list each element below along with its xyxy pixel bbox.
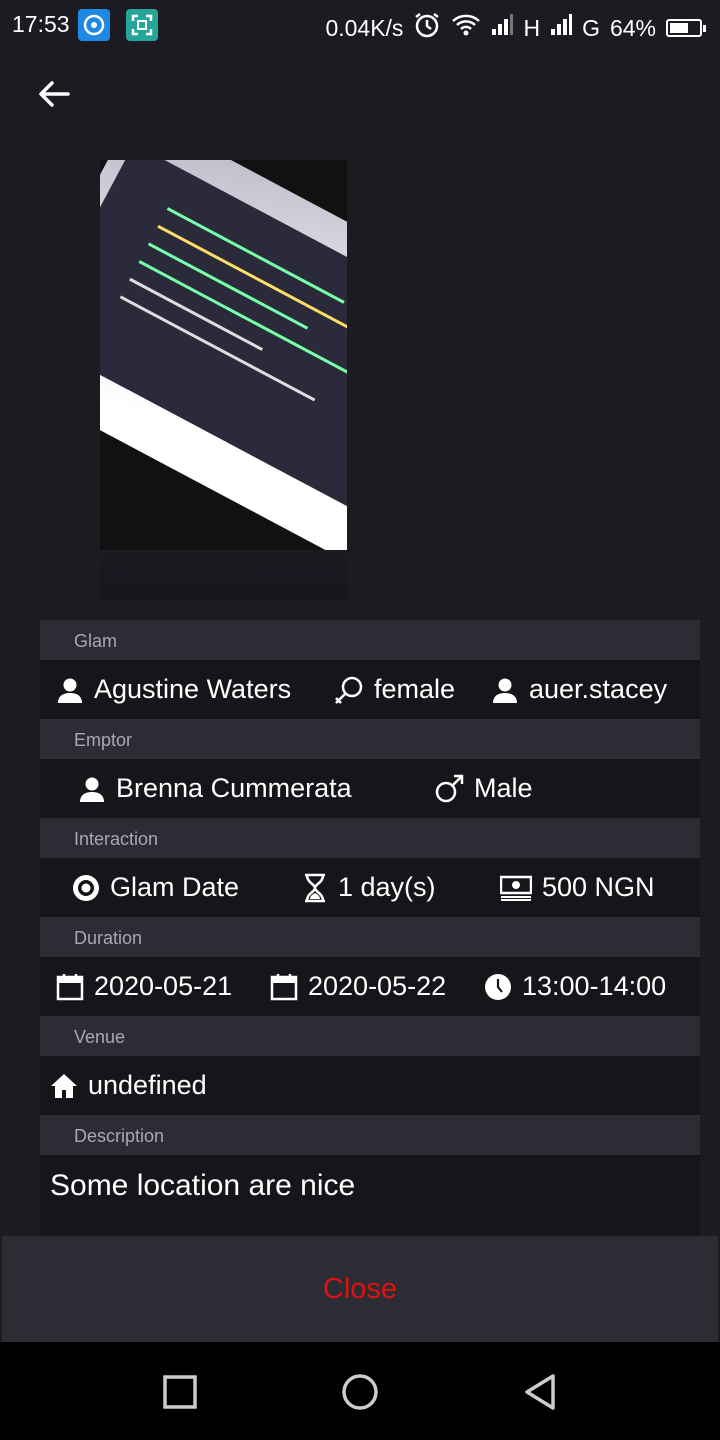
target-icon (73, 874, 99, 901)
status-bar: 17:53 0.04K/s H G 64% (0, 0, 720, 50)
glam-gender-text: female (374, 674, 456, 704)
emptor-name-text: Brenna Cummerata (116, 773, 352, 803)
section-header-glam: Glam (40, 620, 700, 660)
section-header-duration: Duration (40, 917, 700, 957)
signal-icon-2 (550, 14, 573, 42)
battery-icon (666, 19, 706, 37)
app-notification-icon (78, 9, 110, 41)
interaction-duration-text: 1 day(s) (338, 872, 436, 902)
section-header-interaction: Interaction (40, 818, 700, 858)
close-button[interactable]: Close (2, 1236, 718, 1342)
section-header-emptor: Emptor (40, 719, 700, 759)
recents-button[interactable] (160, 1372, 200, 1412)
interaction-duration: 1 day(s) (302, 858, 436, 917)
glam-name: Agustine Waters (56, 660, 291, 719)
wifi-icon (451, 13, 481, 43)
female-icon (335, 676, 363, 704)
clock-icon (485, 973, 511, 1000)
emptor-gender-text: Male (474, 773, 533, 803)
emptor-gender: Male (434, 759, 533, 818)
glam-username-text: auer.stacey (529, 674, 668, 704)
venue-value: undefined (50, 1056, 207, 1115)
back-button[interactable] (34, 74, 74, 114)
section-row-interaction: Glam Date 1 day(s) 500 NGN (40, 858, 700, 917)
glam-gender: female (334, 660, 455, 719)
interaction-price: 500 NGN (500, 858, 655, 917)
duration-end-date-text: 2020-05-22 (308, 971, 447, 1001)
back-nav-button[interactable] (520, 1372, 560, 1412)
glam-username: auer.stacey (491, 660, 667, 719)
section-row-description: Some location are nice (40, 1155, 700, 1235)
photo-keyboard (100, 550, 347, 600)
triangle-back-icon (525, 1374, 555, 1410)
section-row-duration: 2020-05-21 2020-05-22 13:00-14:00 (40, 957, 700, 1016)
home-icon (51, 1073, 77, 1098)
duration-time-text: 13:00-14:00 (522, 971, 667, 1001)
glam-name-text: Agustine Waters (94, 674, 292, 704)
battery-fill (670, 23, 688, 33)
signal-icon (491, 14, 514, 42)
alarm-icon (413, 11, 441, 45)
venue-value-text: undefined (88, 1070, 207, 1100)
money-icon (500, 875, 532, 901)
net-speed: 0.04K/s (325, 14, 404, 41)
signal-type-1: H (523, 14, 541, 41)
circle-icon (342, 1374, 378, 1410)
navigation-bar (0, 1342, 720, 1440)
section-row-venue: undefined (40, 1056, 700, 1115)
section-header-description: Description (40, 1115, 700, 1155)
calendar-icon (270, 973, 298, 1000)
emptor-name: Brenna Cummerata (78, 759, 352, 818)
hourglass-icon (305, 873, 325, 902)
person-icon (58, 678, 82, 703)
square-icon (163, 1375, 197, 1409)
male-icon (435, 774, 464, 802)
interaction-type-text: Glam Date (110, 872, 240, 902)
status-time: 17:53 (12, 11, 70, 37)
battery-percent: 64% (609, 14, 656, 41)
profile-photo[interactable] (100, 160, 347, 600)
section-row-glam: Agustine Waters female auer.stacey (40, 660, 700, 719)
calendar-icon (56, 973, 84, 1000)
duration-start-date: 2020-05-21 (56, 957, 232, 1016)
screenshot-icon (126, 9, 158, 41)
person-icon (80, 777, 104, 802)
interaction-type: Glam Date (72, 858, 239, 917)
section-row-emptor: Brenna Cummerata Male (40, 759, 700, 818)
description-text: Some location are nice (50, 1169, 356, 1202)
interaction-price-text: 500 NGN (542, 872, 655, 902)
section-header-venue: Venue (40, 1016, 700, 1056)
signal-type-2: G (582, 14, 600, 41)
duration-end-date: 2020-05-22 (270, 957, 446, 1016)
duration-time: 13:00-14:00 (484, 957, 666, 1016)
duration-start-date-text: 2020-05-21 (94, 971, 233, 1001)
arrow-left-icon (39, 81, 70, 107)
home-button[interactable] (340, 1372, 380, 1412)
person-icon (493, 678, 517, 703)
